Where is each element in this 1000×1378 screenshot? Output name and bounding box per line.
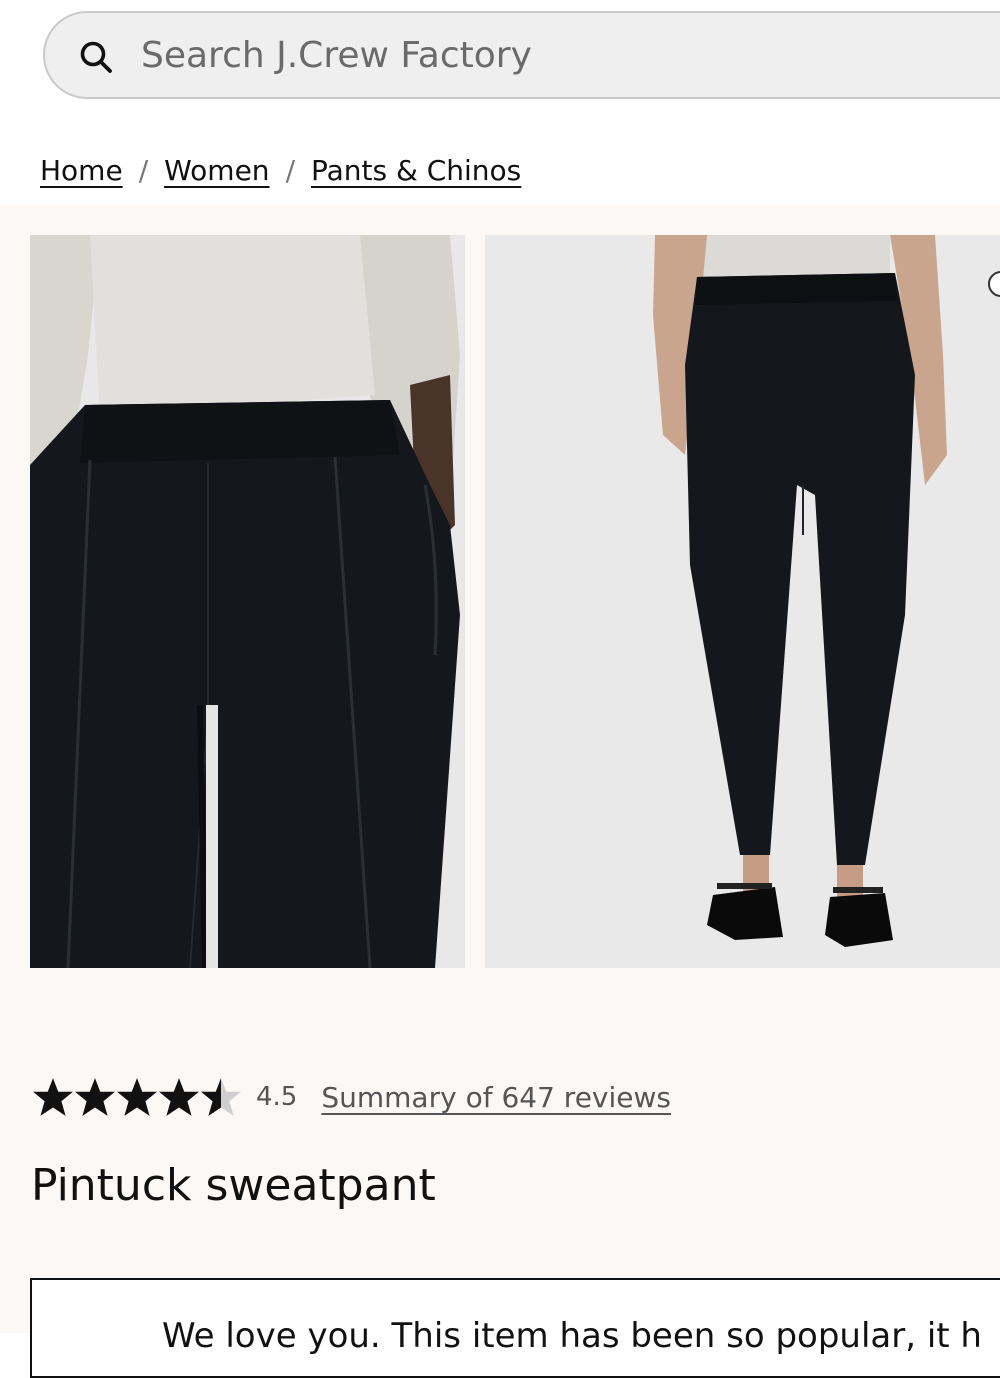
rating-value: 4.5 (256, 1082, 298, 1112)
breadcrumb-pants-chinos-link[interactable]: Pants & Chinos (311, 154, 521, 187)
star-icon (33, 1078, 73, 1116)
notice-text: We love you. This item has been so popul… (162, 1316, 982, 1356)
breadcrumb-home-link[interactable]: Home (40, 154, 123, 187)
rating-row: 4.5 Summary of 647 reviews (32, 1075, 671, 1119)
star-rating (32, 1076, 242, 1118)
search-input[interactable] (141, 29, 961, 81)
breadcrumb-women-link[interactable]: Women (164, 154, 269, 187)
notice-box: We love you. This item has been so popul… (30, 1278, 1000, 1378)
search-icon[interactable] (78, 39, 114, 75)
star-icon (75, 1078, 115, 1116)
star-icon (159, 1078, 199, 1116)
breadcrumb-separator: / (138, 153, 149, 187)
product-section: 4.5 Summary of 647 reviews Pintuck sweat… (0, 205, 1000, 1378)
star-icon (117, 1078, 157, 1116)
reviews-summary-link[interactable]: Summary of 647 reviews (321, 1081, 671, 1114)
breadcrumb: Home / Women / Pants & Chinos (40, 148, 521, 192)
product-title: Pintuck sweatpant (31, 1160, 436, 1211)
search-bar[interactable] (43, 11, 1000, 99)
product-image-back[interactable] (485, 235, 1000, 968)
product-image-gallery[interactable] (30, 235, 1000, 968)
half-star-icon (201, 1078, 241, 1116)
breadcrumb-separator: / (285, 153, 295, 187)
product-image-front[interactable] (30, 235, 465, 968)
